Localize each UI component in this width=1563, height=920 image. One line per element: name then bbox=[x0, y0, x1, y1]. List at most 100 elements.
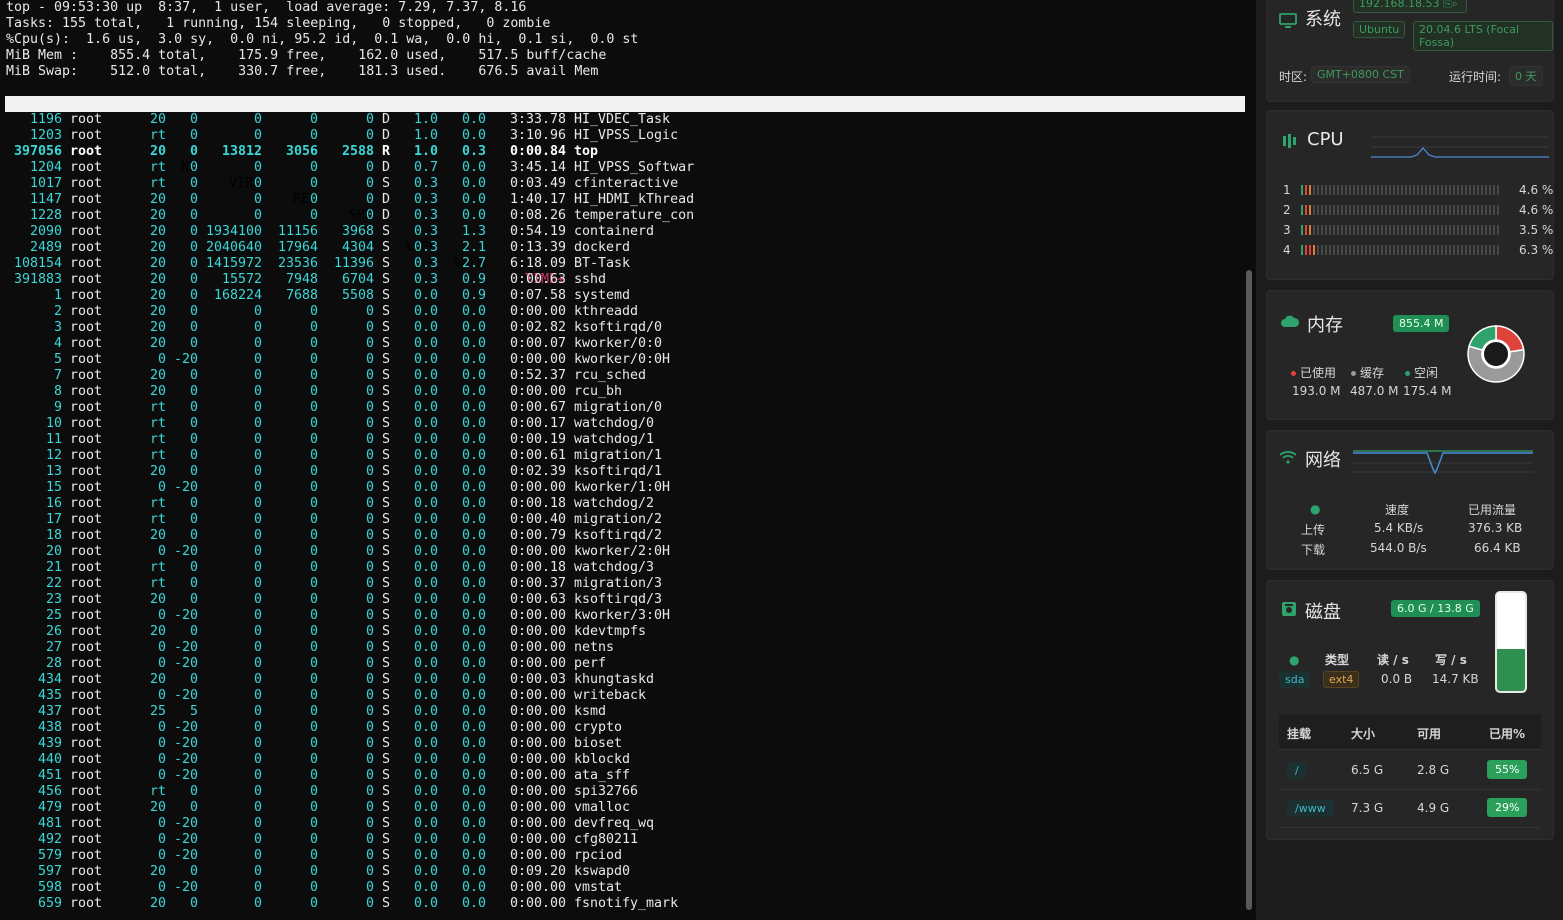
cpu-core-bar bbox=[1301, 185, 1501, 195]
process-table-header: PID USER PR NI VIRT RES SHR S %CPU %MEM … bbox=[5, 96, 1245, 303]
status-sidebar: 系统 192.168.18.53 ⎘⌕ Ubuntu 20.04.6 LTS (… bbox=[1256, 0, 1563, 920]
mount-point: / bbox=[1287, 762, 1307, 779]
mount-row: /www 7.3 G 4.9 G 29% bbox=[1279, 789, 1541, 828]
disk-title: 磁盘 bbox=[1305, 602, 1341, 623]
cpu-bar-segment bbox=[1301, 185, 1303, 195]
disk-usage-gauge bbox=[1495, 591, 1527, 693]
legend-used: 已使用 bbox=[1291, 364, 1336, 381]
cpu-title: CPU bbox=[1307, 129, 1344, 150]
cpu-core-bar bbox=[1301, 225, 1501, 235]
swap-summary-line: MiB Swap: 512.0 total, 330.7 free, 181.3… bbox=[6, 64, 599, 79]
mount-size: 7.3 G bbox=[1351, 801, 1384, 815]
disk-read-value: 0.0 B bbox=[1381, 672, 1413, 686]
cpu-core-id: 1 bbox=[1283, 183, 1291, 197]
cpu-core-percent: 3.5 % bbox=[1519, 223, 1554, 237]
cpu-core-percent: 6.3 % bbox=[1519, 243, 1554, 257]
cpu-bar-segment bbox=[1301, 225, 1303, 235]
network-sparkline bbox=[1353, 450, 1533, 475]
memory-cache-value: 487.0 M bbox=[1350, 384, 1399, 398]
memory-card: 内存 855.4 M 已使用 缓存 空闲 193.0 M 487.0 M 175… bbox=[1266, 290, 1554, 420]
mount-used-badge: 29% bbox=[1487, 798, 1528, 817]
legend-cache: 缓存 bbox=[1351, 364, 1384, 381]
download-traffic: 66.4 KB bbox=[1474, 541, 1521, 555]
uptime-value: 0 天 bbox=[1509, 66, 1543, 86]
mount-size: 6.5 G bbox=[1351, 763, 1384, 777]
cpu-core-row: 1 4.6 % bbox=[1277, 183, 1553, 197]
cpu-core-bar bbox=[1301, 245, 1501, 255]
top-summary-line: top - 09:53:30 up 8:37, 1 user, load ave… bbox=[6, 0, 527, 15]
disk-write-value: 14.7 KB bbox=[1432, 672, 1479, 686]
col-size: 大小 bbox=[1351, 727, 1376, 741]
network-status-dot: ● bbox=[1310, 502, 1321, 516]
cpu-core-row: 3 3.5 % bbox=[1277, 223, 1553, 237]
mount-table-header: 挂载 大小 可用 已用% bbox=[1279, 715, 1541, 750]
download-label: 下载 bbox=[1301, 543, 1326, 557]
disk-device-tag: sda bbox=[1279, 671, 1311, 688]
disk-icon bbox=[1281, 601, 1297, 621]
cpu-core-percent: 4.6 % bbox=[1519, 203, 1554, 217]
cpu-sparkline bbox=[1371, 136, 1549, 158]
cpu-summary-line: %Cpu(s): 1.6 us, 3.0 sy, 0.0 ni, 95.2 id… bbox=[6, 32, 639, 47]
cpu-core-id: 4 bbox=[1283, 243, 1291, 257]
type-header: 类型 bbox=[1325, 653, 1350, 667]
mount-used-badge: 55% bbox=[1487, 760, 1528, 779]
col-avail: 可用 bbox=[1417, 727, 1442, 741]
mount-avail: 4.9 G bbox=[1417, 801, 1450, 815]
write-header: 写 / s bbox=[1435, 653, 1467, 667]
cpu-bar-segment bbox=[1309, 205, 1311, 215]
memory-used-value: 193.0 M bbox=[1292, 384, 1341, 398]
os-tag: Ubuntu bbox=[1353, 21, 1406, 38]
upload-traffic: 376.3 KB bbox=[1468, 521, 1523, 535]
cpu-core-bar bbox=[1301, 205, 1501, 215]
cpu-bar-segment bbox=[1309, 245, 1311, 255]
disk-usage-fill bbox=[1497, 648, 1525, 691]
donut-hole bbox=[1482, 340, 1510, 368]
timezone-value: GMT+0800 CST bbox=[1311, 66, 1410, 83]
memory-donut-chart bbox=[1467, 325, 1525, 383]
terminal-scrollbar[interactable] bbox=[1246, 270, 1252, 910]
version-tag: 20.04.6 LTS (Focal Fossa) bbox=[1413, 21, 1553, 51]
cpu-bar-segment bbox=[1305, 225, 1307, 235]
network-card: 网络 ● 速度 已用流量 上传 5.4 KB/s 376.3 KB 下载 544… bbox=[1266, 430, 1554, 570]
cpu-card: CPU 1 4.6 % 2 4.6 % 3 3.5 % 4 6.3 % bbox=[1266, 110, 1554, 280]
cpu-bar-segment bbox=[1309, 185, 1311, 195]
system-title: 系统 bbox=[1305, 9, 1341, 30]
mem-summary-line: MiB Mem : 855.4 total, 175.9 free, 162.0… bbox=[6, 48, 607, 63]
system-card: 系统 192.168.18.53 ⎘⌕ Ubuntu 20.04.6 LTS (… bbox=[1266, 0, 1554, 102]
disk-card: 磁盘 6.0 G / 13.8 G ● 类型 读 / s 写 / s sda e… bbox=[1266, 580, 1554, 840]
disk-status-dot: ● bbox=[1289, 653, 1300, 667]
ip-address[interactable]: 192.168.18.53 ⎘⌕ bbox=[1353, 0, 1467, 13]
col-used: 已用% bbox=[1489, 727, 1526, 741]
cpu-icon bbox=[1281, 133, 1299, 153]
speed-header: 速度 bbox=[1385, 503, 1410, 517]
monitor-icon bbox=[1279, 13, 1297, 33]
cpu-bar-segment bbox=[1301, 205, 1303, 215]
mount-table: 挂载 大小 可用 已用% / 6.5 G 2.8 G 55% /www 7.3 G 4.9 … bbox=[1279, 715, 1541, 829]
traffic-header: 已用流量 bbox=[1468, 503, 1517, 517]
uptime-label: 运行时间: bbox=[1449, 70, 1502, 84]
col-mount: 挂载 bbox=[1287, 727, 1312, 741]
disk-usage-badge: 6.0 G / 13.8 G bbox=[1391, 600, 1480, 617]
cpu-bar-segment bbox=[1301, 245, 1303, 255]
disk-fstype-tag: ext4 bbox=[1323, 671, 1360, 688]
memory-free-value: 175.4 M bbox=[1403, 384, 1452, 398]
upload-speed: 5.4 KB/s bbox=[1374, 521, 1424, 535]
copy-icon: ⎘ bbox=[1442, 0, 1452, 10]
network-title: 网络 bbox=[1305, 450, 1341, 471]
upload-label: 上传 bbox=[1301, 523, 1326, 537]
legend-free: 空闲 bbox=[1405, 364, 1438, 381]
cpu-bar-segment bbox=[1305, 205, 1307, 215]
download-speed: 544.0 B/s bbox=[1370, 541, 1427, 555]
tasks-summary-line: Tasks: 155 total, 1 running, 154 sleepin… bbox=[6, 16, 551, 31]
cpu-bar-segment bbox=[1309, 225, 1311, 235]
terminal-window[interactable]: top - 09:53:30 up 8:37, 1 user, load ave… bbox=[0, 0, 1256, 920]
cpu-bar-segment bbox=[1313, 245, 1315, 255]
mount-avail: 2.8 G bbox=[1417, 763, 1450, 777]
cpu-core-percent: 4.6 % bbox=[1519, 183, 1554, 197]
memory-title: 内存 bbox=[1307, 315, 1343, 336]
cpu-bar-segment bbox=[1305, 185, 1307, 195]
search-icon: ⌕ bbox=[1451, 0, 1458, 10]
cpu-core-id: 2 bbox=[1283, 203, 1291, 217]
memory-total-badge: 855.4 M bbox=[1393, 315, 1450, 332]
cloud-icon bbox=[1281, 313, 1300, 332]
